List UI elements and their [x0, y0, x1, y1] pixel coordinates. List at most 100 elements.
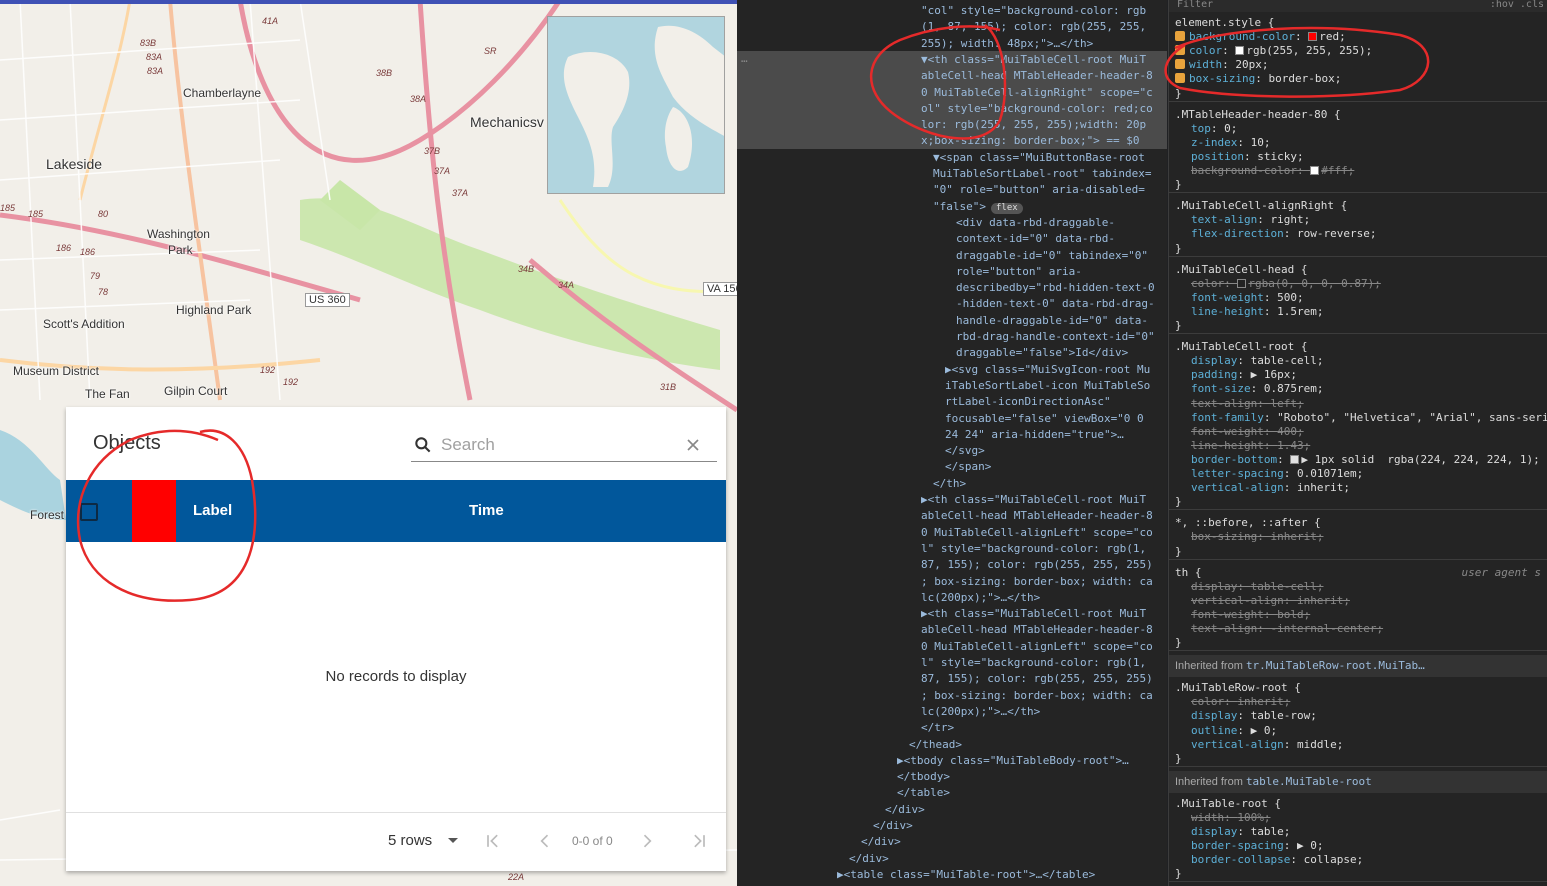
inherited-link[interactable]: tr.MuiTableRow-root.MuiTab…: [1246, 659, 1425, 672]
dom-node-line[interactable]: lc(200px);">…</th>: [921, 590, 1040, 606]
dom-node-line[interactable]: ol" style="background-color: red;co: [921, 101, 1153, 117]
css-selector[interactable]: .MuiTableCell-alignRight {: [1175, 199, 1347, 213]
css-declaration[interactable]: box-sizing: border-box;: [1175, 72, 1341, 86]
css-declaration[interactable]: font-weight: 500;: [1191, 291, 1304, 305]
devtools-styles-panel[interactable]: Filter :hov .cls element.style {backgrou…: [1168, 0, 1547, 886]
devtools-elements-panel[interactable]: … "col" style="background-color: rgb (1, …: [737, 0, 1167, 886]
css-declaration[interactable]: line-height: 1.43;: [1191, 439, 1310, 453]
css-declaration[interactable]: width: 20px;: [1175, 58, 1269, 72]
dom-node-line[interactable]: "false">: [933, 199, 986, 215]
dom-node-line[interactable]: </div>: [873, 818, 913, 834]
rows-per-page-select[interactable]: 5 rows: [388, 832, 432, 849]
css-declaration[interactable]: font-size: 0.875rem;: [1191, 382, 1323, 396]
dom-node-line[interactable]: 0 MuiTableCell-alignLeft" scope="co: [921, 525, 1153, 541]
dom-node-line[interactable]: draggable="false">Id</div>: [956, 345, 1128, 361]
css-selector[interactable]: .MuiTableRow-root {: [1175, 681, 1301, 695]
css-declaration[interactable]: vertical-align: inherit;: [1191, 594, 1350, 608]
dom-node-line[interactable]: </table>: [897, 785, 950, 801]
chevron-down-icon[interactable]: [448, 838, 458, 843]
dom-node-line[interactable]: </thead>: [909, 737, 962, 753]
inherited-link[interactable]: table.MuiTable-root: [1246, 775, 1372, 788]
dom-node-line[interactable]: </th>: [933, 476, 966, 492]
dom-node-line[interactable]: 0 MuiTableCell-alignRight" scope="c: [921, 85, 1153, 101]
header-cell-id[interactable]: [132, 480, 176, 542]
dom-node-line[interactable]: l" style="background-color: rgb(1,: [921, 541, 1146, 557]
css-selector[interactable]: .MTableHeader-header-80 {: [1175, 108, 1341, 122]
css-declaration[interactable]: text-align: right;: [1191, 213, 1310, 227]
color-swatch-icon[interactable]: [1237, 278, 1247, 288]
first-page-icon[interactable]: [483, 831, 503, 851]
dom-node-line[interactable]: ▶<tbody class="MuiTableBody-root">…: [897, 753, 1129, 769]
css-declaration[interactable]: position: sticky;: [1191, 150, 1304, 164]
dom-node-line[interactable]: context-id="0" data-rbd-: [956, 231, 1115, 247]
dom-node-line[interactable]: </div>: [885, 802, 925, 818]
dom-node-line[interactable]: rbd-drag-handle-context-id="0": [956, 329, 1155, 345]
flex-badge[interactable]: flex: [991, 202, 1023, 214]
select-all-checkbox[interactable]: [80, 503, 98, 521]
last-page-icon[interactable]: [689, 831, 709, 851]
dom-node-line[interactable]: handle-draggable-id="0" data-: [956, 313, 1148, 329]
css-declaration[interactable]: text-align: left;: [1191, 397, 1304, 411]
dom-node-line[interactable]: 87, 155); color: rgb(255, 255, 255): [921, 671, 1153, 687]
dom-node-line[interactable]: rtLabel-iconDirectionAsc": [945, 394, 1111, 410]
dom-node-line[interactable]: 24 24" aria-hidden="true">…: [945, 427, 1124, 443]
dom-node-line[interactable]: "0" role="button" aria-disabled=: [933, 182, 1145, 198]
color-swatch-icon[interactable]: [1308, 32, 1318, 42]
css-declaration[interactable]: display: table-cell;: [1191, 580, 1323, 594]
dom-node-line[interactable]: ▼<span class="MuiButtonBase-root: [933, 150, 1145, 166]
previous-page-icon[interactable]: [535, 831, 555, 851]
css-selector[interactable]: .MuiTableCell-root {: [1175, 340, 1307, 354]
css-declaration[interactable]: color: rgb(255, 255, 255);: [1175, 44, 1372, 58]
css-declaration[interactable]: background-color: #fff;: [1191, 164, 1354, 178]
dom-node-line[interactable]: ▼<th class="MuiTableCell-root MuiT: [921, 52, 1146, 68]
checkbox-checked-icon[interactable]: [1175, 31, 1185, 42]
dom-node-line[interactable]: 255); width: 48px;">…</th>: [921, 36, 1093, 52]
dom-node-line[interactable]: <div data-rbd-draggable-: [956, 215, 1115, 231]
dom-node-line[interactable]: iTableSortLabel-icon MuiTableSo: [945, 378, 1150, 394]
dom-node-line[interactable]: </span>: [945, 459, 991, 475]
dom-node-line[interactable]: (1, 87, 155); color: rgb(255, 255,: [921, 19, 1146, 35]
styles-filter-input[interactable]: Filter :hov .cls: [1169, 0, 1547, 12]
dom-node-line[interactable]: focusable="false" viewBox="0 0: [945, 411, 1144, 427]
css-declaration[interactable]: vertical-align: inherit;: [1191, 481, 1350, 495]
css-declaration[interactable]: border-collapse: collapse;: [1191, 853, 1363, 867]
css-declaration[interactable]: padding: ▶ 16px;: [1191, 368, 1297, 382]
checkbox-checked-icon[interactable]: [1175, 45, 1185, 56]
dom-node-line[interactable]: ableCell-head MTableHeader-header-8: [921, 68, 1153, 84]
dom-node-line[interactable]: ▶<svg class="MuiSvgIcon-root Mu: [945, 362, 1150, 378]
css-declaration[interactable]: z-index: 10;: [1191, 136, 1270, 150]
dom-node-line[interactable]: ▶<th class="MuiTableCell-root MuiT: [921, 606, 1146, 622]
css-selector[interactable]: .MuiTableCell-head {: [1175, 263, 1307, 277]
css-declaration[interactable]: color: inherit;: [1191, 695, 1290, 709]
css-declaration[interactable]: vertical-align: middle;: [1191, 738, 1343, 752]
dom-node-line[interactable]: draggable-id="0" tabindex="0": [956, 248, 1148, 264]
css-declaration[interactable]: background-color: red;: [1175, 30, 1346, 44]
css-declaration[interactable]: flex-direction: row-reverse;: [1191, 227, 1376, 241]
css-declaration[interactable]: border-spacing: ▶ 0;: [1191, 839, 1323, 853]
clear-search-icon[interactable]: [683, 435, 703, 455]
dom-node-line[interactable]: lc(200px);">…</th>: [921, 704, 1040, 720]
dom-node-line[interactable]: </div>: [861, 834, 901, 850]
css-declaration[interactable]: top: 0;: [1191, 122, 1237, 136]
color-swatch-icon[interactable]: [1235, 46, 1245, 56]
dom-node-line[interactable]: 0 MuiTableCell-alignLeft" scope="co: [921, 639, 1153, 655]
css-declaration[interactable]: font-family: "Roboto", "Helvetica", "Ari…: [1191, 411, 1547, 425]
css-declaration[interactable]: font-weight: bold;: [1191, 608, 1310, 622]
dom-node-line[interactable]: ableCell-head MTableHeader-header-8: [921, 508, 1153, 524]
next-page-icon[interactable]: [637, 831, 657, 851]
dom-node-line[interactable]: ▶<table class="MuiTable-root">…</table>: [837, 867, 1095, 883]
dom-node-line[interactable]: role="button" aria-: [956, 264, 1082, 280]
css-declaration[interactable]: line-height: 1.5rem;: [1191, 305, 1323, 319]
dom-node-line[interactable]: ▶<th class="MuiTableCell-root MuiT: [921, 492, 1146, 508]
color-swatch-icon[interactable]: [1310, 166, 1320, 175]
css-selector[interactable]: th {: [1175, 566, 1202, 580]
dom-node-line[interactable]: describedby="rbd-hidden-text-0: [956, 280, 1155, 296]
header-cell-label[interactable]: Label: [193, 502, 232, 519]
css-declaration[interactable]: text-align: -internal-center;: [1191, 622, 1383, 636]
css-selector[interactable]: *, ::before, ::after {: [1175, 516, 1321, 530]
dom-node-line[interactable]: l" style="background-color: rgb(1,: [921, 655, 1146, 671]
css-selector[interactable]: .MuiTable-root {: [1175, 797, 1281, 811]
color-swatch-icon[interactable]: [1290, 454, 1300, 464]
node-ellipsis[interactable]: …: [741, 51, 748, 67]
dom-node-line[interactable]: "col" style="background-color: rgb: [921, 3, 1146, 19]
